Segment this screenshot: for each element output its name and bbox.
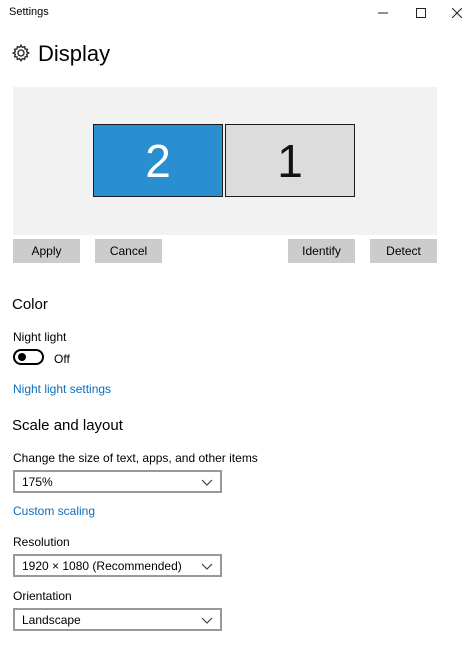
custom-scaling-link[interactable]: Custom scaling — [13, 504, 95, 518]
close-icon — [452, 8, 462, 18]
close-button[interactable] — [438, 0, 474, 26]
resolution-label: Resolution — [13, 535, 70, 549]
text-size-label: Change the size of text, apps, and other… — [13, 451, 258, 465]
chevron-down-icon — [201, 563, 213, 570]
identify-button[interactable]: Identify — [288, 239, 355, 263]
detect-button[interactable]: Detect — [370, 239, 437, 263]
orientation-label: Orientation — [13, 589, 72, 603]
window-title: Settings — [9, 6, 49, 18]
resolution-dropdown-value: 1920 × 1080 (Recommended) — [22, 559, 182, 573]
title-bar: Settings — [0, 0, 474, 26]
monitor-arrangement-area[interactable]: 2 1 — [13, 87, 437, 235]
cancel-button[interactable]: Cancel — [95, 239, 162, 263]
scale-layout-section-title: Scale and layout — [12, 417, 123, 434]
page-title: Display — [38, 41, 111, 66]
night-light-state: Off — [54, 352, 70, 366]
apply-button[interactable]: Apply — [13, 239, 80, 263]
night-light-toggle[interactable] — [13, 349, 44, 365]
minimize-icon — [378, 12, 388, 14]
scale-dropdown[interactable]: 175% — [13, 470, 222, 493]
gear-icon — [11, 43, 31, 63]
monitor-2[interactable]: 2 — [93, 124, 223, 197]
monitor-1[interactable]: 1 — [225, 124, 355, 197]
monitor-1-label: 1 — [277, 134, 303, 187]
chevron-down-icon — [201, 617, 213, 624]
resolution-dropdown[interactable]: 1920 × 1080 (Recommended) — [13, 554, 222, 577]
orientation-dropdown-value: Landscape — [22, 613, 81, 627]
maximize-button[interactable] — [402, 0, 440, 26]
monitor-2-label: 2 — [145, 134, 171, 187]
night-light-label: Night light — [13, 330, 67, 344]
minimize-button[interactable] — [364, 0, 402, 26]
chevron-down-icon — [201, 479, 213, 486]
color-section-title: Color — [12, 296, 48, 313]
scale-dropdown-value: 175% — [22, 475, 53, 489]
toggle-knob — [18, 353, 26, 361]
night-light-settings-link[interactable]: Night light settings — [13, 382, 111, 396]
orientation-dropdown[interactable]: Landscape — [13, 608, 222, 631]
maximize-icon — [416, 8, 426, 18]
